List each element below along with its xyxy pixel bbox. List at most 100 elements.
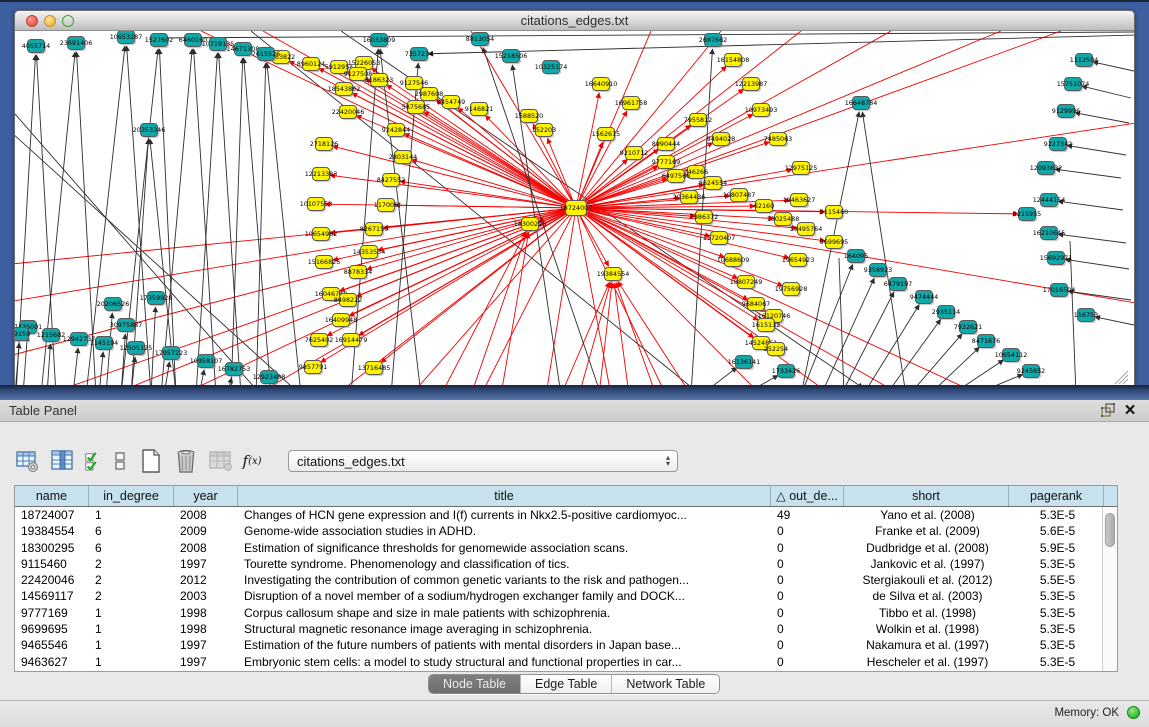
network-node-16648784[interactable]: 16648784 bbox=[845, 97, 878, 112]
memory-status-indicator[interactable] bbox=[1127, 706, 1140, 719]
network-node-18807249[interactable]: 18807249 bbox=[730, 276, 763, 291]
table-cell[interactable]: 2 bbox=[89, 572, 174, 588]
network-node-8878334[interactable]: 8878334 bbox=[344, 266, 372, 281]
table-cell[interactable]: Embryonic stem cells: a model to study s… bbox=[238, 654, 771, 670]
tab-network-table[interactable]: Network Table bbox=[612, 675, 719, 693]
table-cell[interactable]: 5.3E-5 bbox=[1009, 588, 1104, 604]
network-node-7357234[interactable]: 7357234 bbox=[405, 48, 433, 63]
table-cell[interactable]: Corpus callosum shape and size in male p… bbox=[238, 605, 771, 621]
table-cell[interactable]: 18724007 bbox=[15, 507, 89, 523]
network-node-1588520[interactable]: 1588520 bbox=[515, 110, 543, 125]
table-options-button[interactable] bbox=[14, 448, 40, 474]
network-node-12975125[interactable]: 12975125 bbox=[785, 162, 818, 177]
network-canvas[interactable]: 1872400774638228960124591295415226053912… bbox=[15, 31, 1134, 385]
table-cell[interactable]: 0 bbox=[771, 621, 844, 637]
network-node-62160[interactable]: 62160 bbox=[754, 200, 774, 215]
network-node-152203[interactable]: 152203 bbox=[532, 124, 556, 139]
network-node-1615132[interactable]: 1615132 bbox=[752, 319, 780, 334]
network-node-1112504[interactable]: 1112504 bbox=[1070, 54, 1098, 69]
network-node-9494028[interactable]: 9494028 bbox=[707, 133, 735, 148]
column-display-button[interactable] bbox=[49, 448, 75, 474]
network-node-12093832[interactable]: 12093832 bbox=[1030, 162, 1063, 177]
table-cell[interactable]: 5.5E-5 bbox=[1009, 572, 1104, 588]
network-node-16033809[interactable]: 16033809 bbox=[363, 34, 396, 49]
network-node-10807487[interactable]: 10807487 bbox=[723, 189, 756, 204]
table-row[interactable]: 1938455462009Genome-wide association stu… bbox=[15, 523, 1117, 539]
column-header-short[interactable]: short bbox=[844, 486, 1009, 506]
network-node-39159[interactable]: 39159 bbox=[15, 328, 30, 343]
network-node-10325174[interactable]: 10325174 bbox=[535, 61, 568, 76]
table-cell[interactable]: Structural magnetic resonance image aver… bbox=[238, 621, 771, 637]
network-node-20206526[interactable]: 20206526 bbox=[97, 298, 130, 313]
network-node-19384554[interactable]: 19384554 bbox=[597, 268, 630, 283]
table-cell[interactable]: Disruption of a novel member of a sodium… bbox=[238, 588, 771, 604]
table-row[interactable]: 1872400712008Changes of HCN gene express… bbox=[15, 507, 1117, 523]
table-cell[interactable]: 5.3E-5 bbox=[1009, 637, 1104, 653]
table-cell[interactable]: 5.3E-5 bbox=[1009, 654, 1104, 670]
network-node-9115460[interactable]: 9115460 bbox=[820, 206, 848, 221]
network-node-16409948[interactable]: 16409948 bbox=[325, 314, 358, 329]
network-node-8454749[interactable]: 8454749 bbox=[437, 96, 465, 111]
table-row[interactable]: 969969511998Structural magnetic resonanc… bbox=[15, 621, 1117, 637]
table-cell[interactable]: 2008 bbox=[174, 507, 238, 523]
table-cell[interactable]: 5.6E-5 bbox=[1009, 523, 1104, 539]
table-cell[interactable]: 18300295 bbox=[15, 540, 89, 556]
table-cell[interactable]: 0 bbox=[771, 654, 844, 670]
scrollbar-thumb[interactable] bbox=[1105, 513, 1115, 547]
table-cell[interactable]: 5.3E-5 bbox=[1009, 556, 1104, 572]
network-node-10653287[interactable]: 10653287 bbox=[110, 31, 143, 45]
table-cell[interactable]: 0 bbox=[771, 572, 844, 588]
table-source-select[interactable]: citations_edges.txt ▴▾ bbox=[288, 450, 678, 472]
table-cell[interactable]: 5.9E-5 bbox=[1009, 540, 1104, 556]
network-node-9129996[interactable]: 9129996 bbox=[1052, 105, 1080, 120]
function-builder-button[interactable]: f(x) bbox=[243, 448, 261, 474]
table-cell[interactable]: 2009 bbox=[174, 523, 238, 539]
table-cell[interactable]: 1998 bbox=[174, 621, 238, 637]
network-node-8215955[interactable]: 8215955 bbox=[1013, 208, 1041, 223]
network-node-19654923[interactable]: 19654923 bbox=[782, 254, 815, 269]
table-row[interactable]: 946362711997Embryonic stem cells: a mode… bbox=[15, 654, 1117, 670]
table-cell[interactable]: 2 bbox=[89, 588, 174, 604]
table-row[interactable]: 946554611997Estimation of the future num… bbox=[15, 637, 1117, 653]
table-cell[interactable]: 1 bbox=[89, 637, 174, 653]
network-node-19463627[interactable]: 19463627 bbox=[783, 194, 816, 209]
network-node-9857791[interactable]: 9857791 bbox=[299, 361, 327, 376]
table-cell[interactable]: Hescheler et al. (1997) bbox=[844, 654, 1009, 670]
network-node-12923488[interactable]: 12923488 bbox=[253, 371, 286, 386]
network-node-16640910[interactable]: 16640910 bbox=[585, 78, 618, 93]
table-cell[interactable]: 49 bbox=[771, 507, 844, 523]
table-cell[interactable]: 1997 bbox=[174, 556, 238, 572]
table-cell[interactable]: 1 bbox=[89, 507, 174, 523]
network-node-10688609[interactable]: 10688609 bbox=[717, 254, 750, 269]
column-header-in_degree[interactable]: in_degree bbox=[89, 486, 174, 506]
network-node-164095[interactable]: 164095 bbox=[844, 250, 868, 265]
table-cell[interactable]: Franke et al. (2009) bbox=[844, 523, 1009, 539]
new-table-button[interactable] bbox=[138, 448, 164, 474]
table-cell[interactable]: Stergiakouli et al. (2012) bbox=[844, 572, 1009, 588]
table-cell[interactable]: Nakamura et al. (1997) bbox=[844, 637, 1009, 653]
column-header-name[interactable]: name bbox=[15, 486, 89, 506]
network-node-19495764[interactable]: 19495764 bbox=[790, 223, 823, 238]
network-node-16961758[interactable]: 16961758 bbox=[615, 97, 648, 112]
table-cell[interactable]: 2012 bbox=[174, 572, 238, 588]
table-cell[interactable]: 2003 bbox=[174, 588, 238, 604]
table-cell[interactable]: 9777169 bbox=[15, 605, 89, 621]
network-node-16210645[interactable]: 16210645 bbox=[1033, 227, 1066, 242]
table-cell[interactable]: 0 bbox=[771, 523, 844, 539]
table-cell[interactable]: 0 bbox=[771, 588, 844, 604]
network-node-22420046[interactable]: 22420046 bbox=[332, 106, 365, 121]
table-cell[interactable]: 0 bbox=[771, 556, 844, 572]
table-cell[interactable]: 0 bbox=[771, 637, 844, 653]
network-node-17957223[interactable]: 17957223 bbox=[155, 347, 188, 362]
table-cell[interactable]: 5.3E-5 bbox=[1009, 621, 1104, 637]
table-cell[interactable]: de Silva et al. (2003) bbox=[844, 588, 1009, 604]
network-node-15166825[interactable]: 15166825 bbox=[308, 256, 341, 271]
network-node-12213383[interactable]: 12213383 bbox=[305, 168, 338, 183]
table-cell[interactable]: 1998 bbox=[174, 605, 238, 621]
network-node-4055714[interactable]: 4055714 bbox=[22, 40, 50, 55]
table-cell[interactable]: 9463627 bbox=[15, 654, 89, 670]
select-all-columns-button[interactable] bbox=[84, 448, 102, 474]
network-node-18300295[interactable]: 18300295 bbox=[514, 218, 547, 233]
network-node-8427552[interactable]: 8427552 bbox=[377, 174, 405, 189]
network-node-1145194[interactable]: 1145194 bbox=[90, 337, 118, 352]
